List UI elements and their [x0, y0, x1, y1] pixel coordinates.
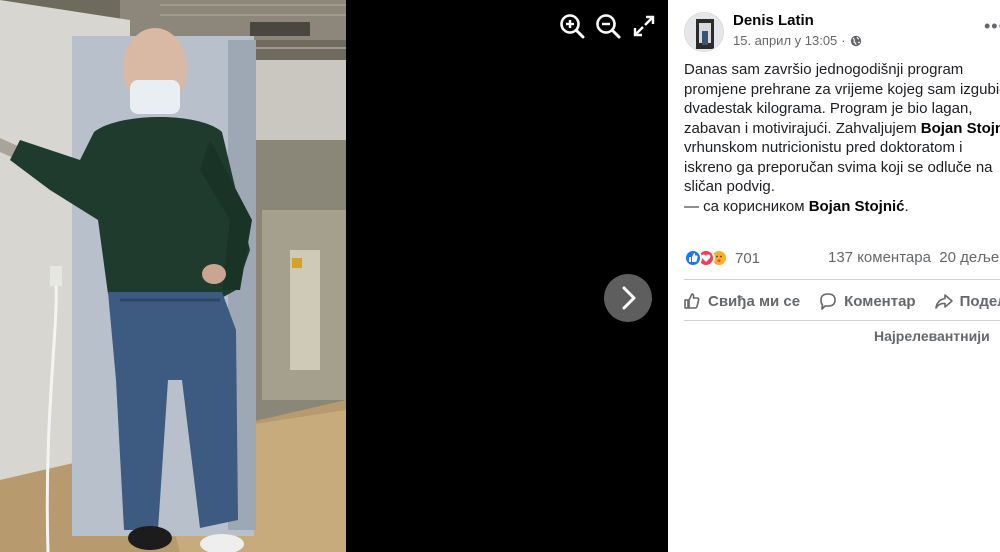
post-meta: 15. април у 13:05 · — [733, 33, 862, 48]
share-label: Подели — [959, 292, 1000, 310]
post-photo[interactable] — [0, 0, 346, 552]
like-reaction-icon — [684, 249, 702, 267]
post-body: Danas sam završio jednogodišnji program … — [684, 60, 1000, 197]
comment-button[interactable]: Коментар — [818, 291, 916, 311]
with-prefix: — са корисником — [684, 198, 809, 215]
zoom-in-icon[interactable] — [558, 12, 586, 40]
engagement-counts: 137 коментара 20 дељења — [828, 249, 1000, 266]
chevron-right-icon — [622, 286, 636, 310]
photo-viewer — [0, 0, 668, 552]
share-button[interactable]: Подели — [934, 291, 1000, 311]
comment-sort-dropdown[interactable]: Најрелевантнији — [874, 328, 990, 344]
next-photo-button[interactable] — [604, 274, 652, 322]
comment-count-link[interactable]: 137 коментара — [828, 249, 931, 266]
share-count-link[interactable]: 20 дељења — [939, 249, 1000, 266]
reaction-count: 701 — [735, 249, 761, 267]
like-button[interactable]: Свиђа ми се — [682, 291, 800, 311]
comment-icon — [820, 293, 836, 310]
post-text-line: promjene prehrane za vrijeme kojeg sam i… — [684, 80, 1000, 98]
tagged-user-link[interactable]: Bojan Stojnić — [809, 198, 905, 215]
avatar[interactable] — [684, 12, 724, 52]
post-actions: Свиђа ми се Коментар Подели — [682, 286, 1000, 316]
post-text-line: vrhunskom nutricionistu pred doktoratom … — [684, 139, 963, 156]
globe-icon — [850, 35, 861, 46]
post-text-fragment: zabavan i motivirajući. Zahvaljujem — [684, 119, 921, 137]
like-label: Свиђа ми се — [708, 292, 801, 310]
share-icon — [934, 294, 953, 309]
post-text-line: sličan podvig. — [684, 178, 775, 195]
post-text-line: zabavan i motivirajući. Zahvaljujem Boja… — [684, 119, 1000, 139]
post-timestamp[interactable]: 15. април у 13:05 — [733, 33, 837, 48]
photo-illustration — [0, 0, 346, 552]
meta-separator: · — [841, 33, 846, 48]
post-text-line: Danas sam završio jednogodišnji program — [684, 61, 964, 78]
more-options-icon[interactable]: ••• — [984, 16, 1000, 37]
tagged-with: — са корисником Bojan Stojnić. — [684, 198, 909, 215]
post-text-line: dvadestak kilograma. Program je bio laga… — [684, 100, 973, 117]
post-panel: Denis Latin 15. април у 13:05 · ••• Dana… — [668, 0, 1000, 552]
thumbs-up-icon — [684, 293, 700, 309]
mention-link[interactable]: Bojan Stojnić — [921, 120, 1000, 137]
comment-label: Коментар — [844, 292, 916, 310]
post-text-line: iskreno ga preporučan svima koji se odlu… — [684, 158, 993, 176]
divider — [684, 279, 1000, 280]
zoom-out-icon[interactable] — [594, 12, 622, 40]
reaction-summary[interactable]: 701 — [684, 248, 760, 268]
author-name[interactable]: Denis Latin — [733, 12, 814, 29]
with-suffix: . — [904, 198, 909, 215]
fullscreen-icon[interactable] — [630, 12, 658, 40]
divider — [684, 320, 1000, 321]
